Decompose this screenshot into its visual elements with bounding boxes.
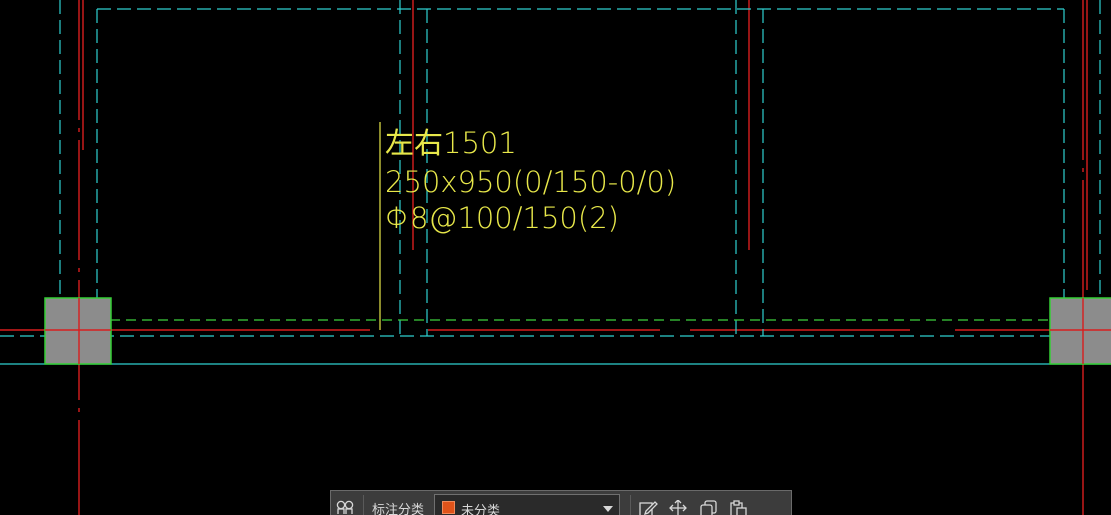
category-dropdown[interactable]: 未分类	[434, 494, 621, 515]
chevron-down-icon	[603, 506, 614, 512]
column-right[interactable]	[1049, 297, 1111, 365]
copy-icon[interactable]	[693, 492, 723, 515]
edit-icon[interactable]	[633, 492, 663, 515]
category-color-swatch	[442, 501, 456, 514]
drawing-canvas[interactable]: 左右1501 250x950(0/150-0/0) Φ8@100/150(2)	[0, 0, 1111, 515]
column-left[interactable]	[44, 297, 112, 365]
paste-icon[interactable]	[723, 492, 753, 515]
annotation-toolbar: 标注分类 未分类	[330, 490, 792, 515]
axis-lines	[0, 0, 1111, 515]
move-icon[interactable]	[663, 492, 693, 515]
category-selected-value: 未分类	[461, 504, 501, 515]
cad-viewport[interactable]: 左右1501 250x950(0/150-0/0) Φ8@100/150(2) …	[0, 0, 1111, 515]
toolbar-separator	[363, 495, 364, 515]
beam-annotation[interactable]: 左右1501 250x950(0/150-0/0) Φ8@100/150(2)	[385, 126, 676, 235]
annotation-line3: Φ8@100/150(2)	[385, 201, 619, 235]
category-label: 标注分类	[372, 503, 425, 515]
annotation-line1: 左右1501	[385, 126, 517, 160]
layers-icon[interactable]	[331, 492, 361, 515]
toolbar-separator	[630, 495, 632, 515]
annotation-line2: 250x950(0/150-0/0)	[385, 165, 676, 199]
